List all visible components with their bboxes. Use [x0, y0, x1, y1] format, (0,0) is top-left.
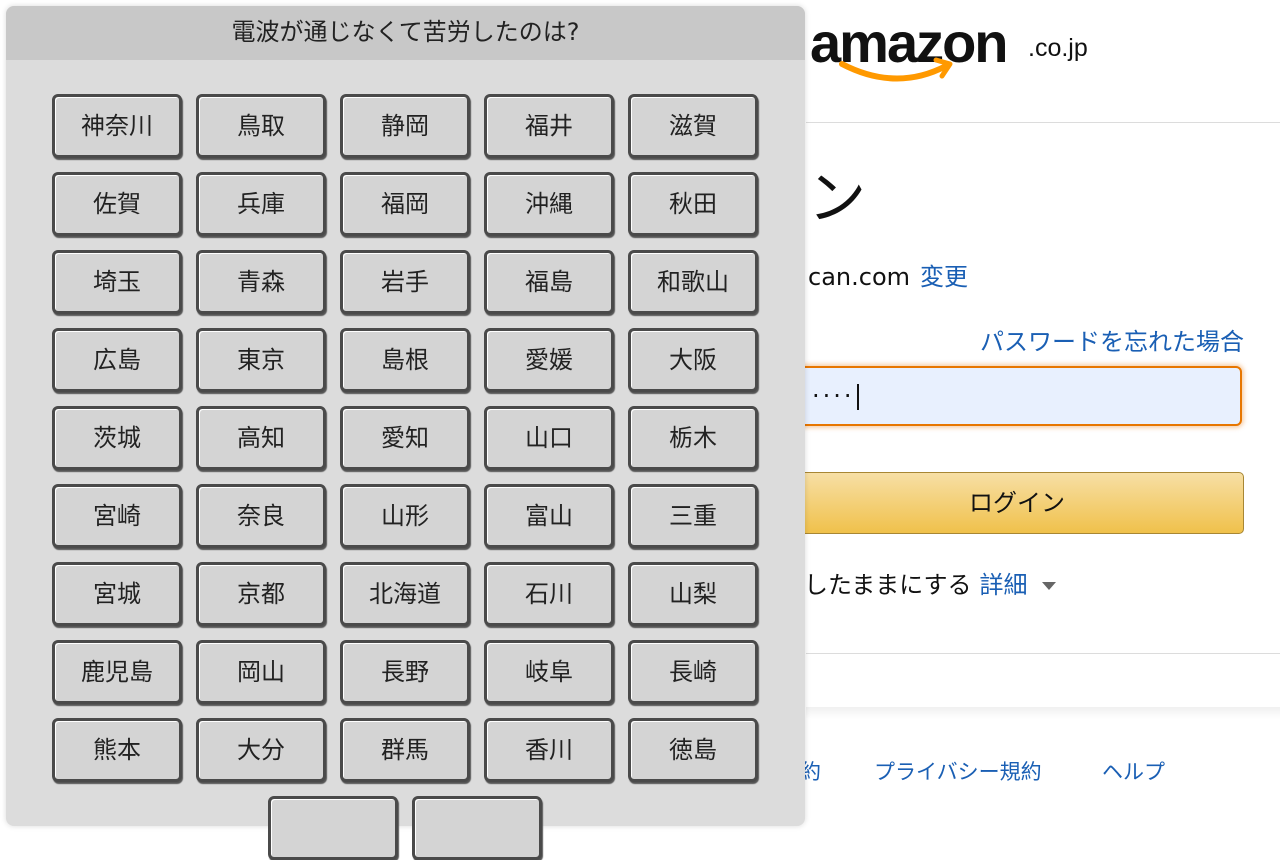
account-email-line: can.com 変更 [808, 262, 968, 292]
prefecture-button[interactable]: 青森 [196, 250, 326, 314]
details-link[interactable]: 詳細 [980, 571, 1028, 599]
logo-suffix: .co.jp [1028, 34, 1088, 62]
prefecture-button[interactable]: 栃木 [628, 406, 758, 470]
prefecture-button[interactable] [412, 796, 542, 860]
footer-shadow [806, 707, 1280, 719]
prefecture-button[interactable]: 岡山 [196, 640, 326, 704]
keep-signed-in-option[interactable]: したままにする 詳細 [804, 570, 1056, 600]
prefecture-button[interactable]: 愛知 [340, 406, 470, 470]
prefecture-button[interactable]: 滋賀 [628, 94, 758, 158]
footer-link-privacy[interactable]: プライバシー規約 [874, 758, 1042, 786]
prefecture-button[interactable]: 徳島 [628, 718, 758, 782]
prefecture-button[interactable]: 宮城 [52, 562, 182, 626]
prefecture-button[interactable]: 秋田 [628, 172, 758, 236]
divider [806, 653, 1280, 654]
prefecture-button[interactable] [268, 796, 398, 860]
prefecture-button[interactable]: 富山 [484, 484, 614, 548]
prefecture-button[interactable]: 三重 [628, 484, 758, 548]
prefecture-button[interactable]: 埼玉 [52, 250, 182, 314]
question-title: 電波が通じなくて苦労したのは? [6, 6, 805, 60]
password-masked-value: ···· [812, 382, 855, 410]
prefecture-button[interactable]: 福井 [484, 94, 614, 158]
prefecture-button[interactable]: 北海道 [340, 562, 470, 626]
prefecture-button[interactable]: 兵庫 [196, 172, 326, 236]
prefecture-button[interactable]: 群馬 [340, 718, 470, 782]
prefecture-button[interactable]: 山梨 [628, 562, 758, 626]
prefecture-button[interactable]: 愛媛 [484, 328, 614, 392]
account-email: can.com [808, 263, 910, 291]
prefecture-button[interactable]: 石川 [484, 562, 614, 626]
prefecture-button[interactable]: 香川 [484, 718, 614, 782]
password-input[interactable]: ···· [790, 366, 1242, 426]
prefecture-button[interactable]: 岩手 [340, 250, 470, 314]
prefecture-button[interactable]: 長野 [340, 640, 470, 704]
prefecture-button[interactable]: 静岡 [340, 94, 470, 158]
prefecture-button[interactable]: 島根 [340, 328, 470, 392]
keep-signed-in-label: したままにする [804, 571, 972, 599]
prefecture-button[interactable]: 鳥取 [196, 94, 326, 158]
prefecture-button[interactable]: 鹿児島 [52, 640, 182, 704]
prefecture-button[interactable]: 京都 [196, 562, 326, 626]
text-caret [856, 384, 859, 410]
prefecture-button[interactable]: 沖縄 [484, 172, 614, 236]
prefecture-button[interactable]: 広島 [52, 328, 182, 392]
prefecture-button-grid: 神奈川 鳥取 静岡 福井 滋賀佐賀 兵庫 福岡 沖縄 秋田埼玉 青森 岩手 福島 和歌山広島 東京 島根 愛媛… [52, 94, 768, 782]
prefecture-button[interactable]: 熊本 [52, 718, 182, 782]
login-button[interactable]: ログイン [790, 472, 1244, 534]
prefecture-button[interactable]: 大分 [196, 718, 326, 782]
prefecture-button[interactable]: 奈良 [196, 484, 326, 548]
prefecture-button[interactable]: 長崎 [628, 640, 758, 704]
prefecture-button[interactable]: 宮崎 [52, 484, 182, 548]
footer-link-help[interactable]: ヘルプ [1102, 758, 1165, 786]
prefecture-question-panel: 電波が通じなくて苦労したのは? 神奈川 鳥取 静岡 福井 滋賀佐賀 兵庫 福岡 沖縄 秋田埼玉青… [6, 6, 805, 860]
prefecture-button[interactable]: 大阪 [628, 328, 758, 392]
change-email-link[interactable]: 変更 [920, 263, 968, 291]
page-title: ン [808, 164, 867, 232]
prefecture-button[interactable]: 山口 [484, 406, 614, 470]
prefecture-button[interactable]: 和歌山 [628, 250, 758, 314]
smile-arrow-icon [839, 57, 953, 82]
prefecture-button[interactable]: 茨城 [52, 406, 182, 470]
prefecture-button[interactable]: 高知 [196, 406, 326, 470]
prefecture-button[interactable]: 福島 [484, 250, 614, 314]
prefecture-button[interactable]: 福岡 [340, 172, 470, 236]
prefecture-button[interactable]: 岐阜 [484, 640, 614, 704]
prefecture-button[interactable]: 佐賀 [52, 172, 182, 236]
forgot-password-link[interactable]: パスワードを忘れた場合 [980, 327, 1244, 357]
prefecture-button[interactable]: 山形 [340, 484, 470, 548]
amazon-logo[interactable]: amazon .co.jp [810, 8, 1110, 92]
prefecture-button[interactable]: 東京 [196, 328, 326, 392]
divider [806, 122, 1280, 123]
caret-down-icon[interactable] [1041, 582, 1056, 590]
prefecture-button[interactable]: 神奈川 [52, 94, 182, 158]
